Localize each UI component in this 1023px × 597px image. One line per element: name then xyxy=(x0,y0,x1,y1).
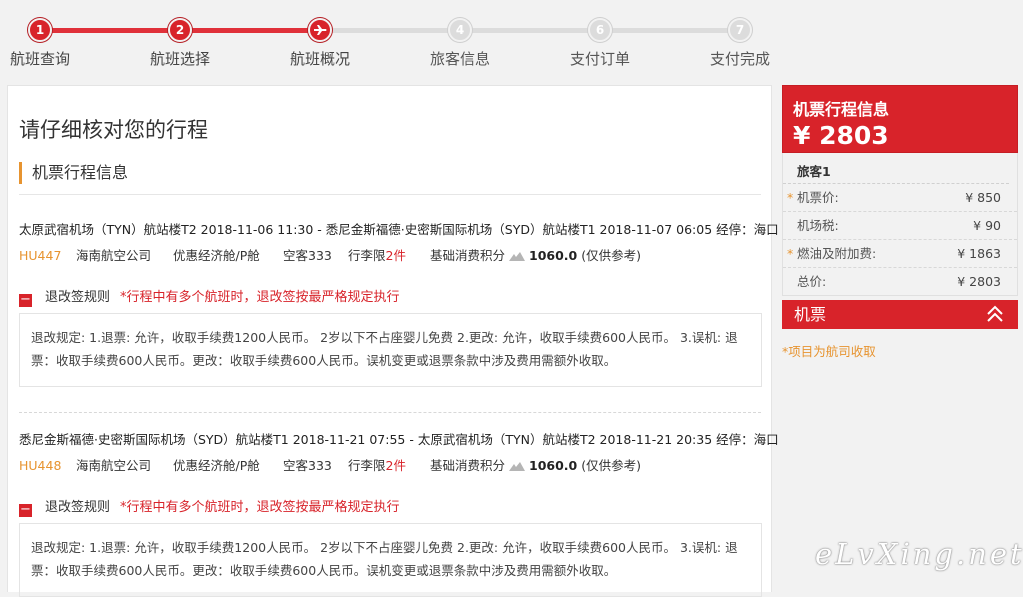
step-label: 航班概况 xyxy=(289,50,350,68)
fee-label: 燃油及附加费: xyxy=(797,246,877,261)
aircraft-type: 空客333 xyxy=(283,458,332,473)
points-value: 1060.0 xyxy=(529,248,578,263)
fee-breakdown: 旅客1 * 机票价: ¥ 850 机场税: ¥ 90 * 燃油及附加费: ¥ 1… xyxy=(782,153,1018,296)
points-info: 基础消费积分 1060.0 (仅供参考) xyxy=(430,455,641,474)
rule-title: 退改签规则 xyxy=(45,500,111,515)
section-title: 机票行程信息 xyxy=(19,162,128,184)
refund-rule-text: 退改规定: 1.退票: 允许，收取手续费1200人民币。 2岁以下不占座婴儿免费… xyxy=(19,313,762,387)
baggage-value: 2件 xyxy=(385,458,406,473)
step-flight-search: 1 航班查询 xyxy=(0,18,90,69)
segment-route: 悉尼金斯福德·史密斯国际机场（SYD）航站楼T1 2018-11-21 07:5… xyxy=(19,432,779,447)
fee-value: ¥ 1863 xyxy=(957,246,1001,261)
baggage-label: 行李限 xyxy=(348,248,386,263)
ticket-label: 机票 xyxy=(794,305,827,324)
collapse-icon[interactable]: − xyxy=(19,503,32,517)
step-number-badge: 4 xyxy=(448,18,472,42)
baggage-value: 2件 xyxy=(385,248,406,263)
collapse-icon[interactable]: − xyxy=(19,293,32,307)
rule-note: *行程中有多个航班时，退改签按最严格规定执行 xyxy=(120,500,400,515)
step-payment: 6 支付订单 xyxy=(550,18,650,69)
segment-divider xyxy=(19,412,761,413)
page-title: 请仔细核对您的行程 xyxy=(19,118,208,142)
step-label: 支付订单 xyxy=(569,50,630,68)
baggage-allowance: 行李限2件 xyxy=(348,455,430,474)
required-marker: * xyxy=(787,190,794,205)
airline-name: 海南航空公司 xyxy=(76,458,152,473)
fee-row-fuel-surcharge: * 燃油及附加费: ¥ 1863 xyxy=(783,240,1017,268)
points-note: (仅供参考) xyxy=(581,458,642,473)
aircraft-type: 空客333 xyxy=(283,248,332,263)
fee-label: 机场税: xyxy=(797,218,839,233)
fee-value: ¥ 2803 xyxy=(957,274,1001,289)
passenger-label: 旅客1 xyxy=(783,153,1009,184)
segment-flight-info: HU447 海南航空公司 优惠经济舱/P舱 空客333 行李限2件 基础消费积分 1060.… xyxy=(19,245,641,264)
rule-note: *行程中有多个航班时，退改签按最严格规定执行 xyxy=(120,290,400,305)
step-flight-select: 2 航班选择 xyxy=(130,18,230,69)
points-icon xyxy=(509,462,526,471)
segment-route: 太原武宿机场（TYN）航站楼T2 2018-11-06 11:30 - 悉尼金斯… xyxy=(19,222,779,237)
double-chevron-up-icon[interactable] xyxy=(984,303,1006,325)
rule-title: 退改签规则 xyxy=(45,290,111,305)
airline-name: 海南航空公司 xyxy=(76,248,152,263)
watermark-logo: eLvXing.net xyxy=(815,537,1023,571)
flight-number: HU447 xyxy=(19,248,62,263)
step-number-badge: 7 xyxy=(728,18,752,42)
step-label: 航班查询 xyxy=(9,50,70,68)
step-label: 支付完成 xyxy=(709,50,770,68)
step-payment-complete: 7 支付完成 xyxy=(690,18,790,69)
step-label: 旅客信息 xyxy=(429,50,490,68)
fee-row-airport-tax: 机场税: ¥ 90 xyxy=(783,212,1017,240)
fee-label: 机票价: xyxy=(797,190,839,205)
refund-rule-text: 退改规定: 1.退票: 允许，收取手续费1200人民币。 2岁以下不占座婴儿免费… xyxy=(19,523,762,597)
fee-label: 总价: xyxy=(797,274,827,289)
step-number-badge: 6 xyxy=(588,18,612,42)
step-number-badge: 1 xyxy=(28,18,52,42)
price-summary-header: 机票行程信息 ¥ 2803 xyxy=(782,85,1018,153)
points-label: 基础消费积分 xyxy=(430,458,506,473)
refund-rule-toggle[interactable]: − 退改签规则 *行程中有多个航班时，退改签按最严格规定执行 xyxy=(19,496,400,517)
step-number-badge: 2 xyxy=(168,18,192,42)
price-summary-title: 机票行程信息 xyxy=(793,100,890,119)
cabin-class: 优惠经济舱/P舱 xyxy=(173,458,260,473)
points-note: (仅供参考) xyxy=(581,248,642,263)
fee-row-ticket: * 机票价: ¥ 850 xyxy=(783,184,1017,212)
itinerary-panel: 请仔细核对您的行程 机票行程信息 太原武宿机场（TYN）航站楼T2 2018-1… xyxy=(7,85,779,597)
flight-number: HU448 xyxy=(19,458,62,473)
ticket-section-toggle[interactable]: 机票 xyxy=(782,300,1018,329)
airline-fee-note: *项目为航司收取 xyxy=(782,344,876,359)
baggage-label: 行李限 xyxy=(348,458,386,473)
fee-value: ¥ 90 xyxy=(973,218,1001,233)
step-flight-overview: 航班概况 xyxy=(270,18,370,69)
booking-progress: 1 航班查询 2 航班选择 航班概况 4 旅客信息 6 支付订单 7 支付完成 xyxy=(0,0,1023,80)
refund-rule-toggle[interactable]: − 退改签规则 *行程中有多个航班时，退改签按最严格规定执行 xyxy=(19,286,400,307)
fee-value: ¥ 850 xyxy=(965,190,1001,205)
fee-row-total: 总价: ¥ 2803 xyxy=(783,268,1017,295)
step-passenger-info: 4 旅客信息 xyxy=(410,18,510,69)
segment-flight-info: HU448 海南航空公司 优惠经济舱/P舱 空客333 行李限2件 基础消费积分 1060.… xyxy=(19,455,641,474)
points-label: 基础消费积分 xyxy=(430,248,506,263)
cabin-class: 优惠经济舱/P舱 xyxy=(173,248,260,263)
baggage-allowance: 行李限2件 xyxy=(348,245,430,264)
points-icon xyxy=(509,252,526,261)
step-label: 航班选择 xyxy=(149,50,210,68)
required-marker: * xyxy=(787,246,794,261)
price-summary-panel: 机票行程信息 ¥ 2803 旅客1 * 机票价: ¥ 850 机场税: ¥ 90… xyxy=(782,85,1018,360)
plane-icon xyxy=(308,18,332,42)
points-value: 1060.0 xyxy=(529,458,578,473)
divider xyxy=(19,194,761,195)
total-price: ¥ 2803 xyxy=(793,121,889,150)
points-info: 基础消费积分 1060.0 (仅供参考) xyxy=(430,245,641,264)
